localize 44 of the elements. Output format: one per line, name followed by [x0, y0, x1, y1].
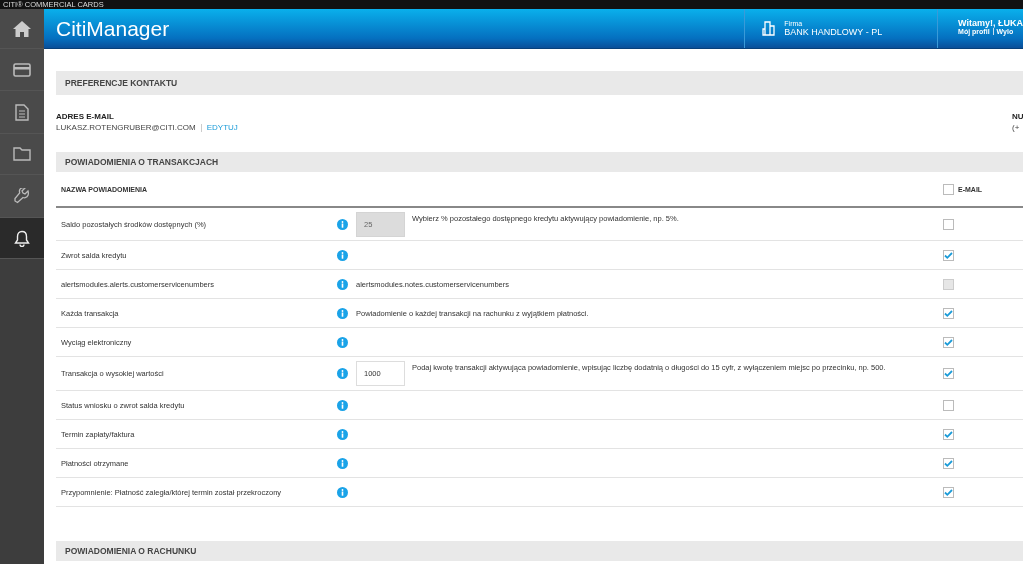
document-icon[interactable] [15, 103, 29, 121]
nav-item[interactable] [0, 134, 44, 175]
checkbox[interactable] [943, 486, 954, 498]
info-icon[interactable] [337, 399, 348, 411]
section-heading: POWIADOMIENIA O RACHUNKU [56, 541, 1023, 561]
checkbox[interactable] [943, 428, 954, 440]
info-icon[interactable] [337, 307, 348, 319]
section-heading: PREFERENCJE KONTAKTU [56, 71, 1023, 95]
welcome-text: Witamy!, ŁUKA [958, 18, 1023, 28]
info-icon[interactable] [337, 457, 348, 469]
checkbox[interactable] [943, 183, 954, 195]
nav-item[interactable] [0, 175, 44, 218]
company-name: BANK HANDLOWY - PL [784, 27, 883, 37]
info-icon[interactable] [337, 486, 348, 498]
card-icon[interactable] [13, 62, 31, 77]
nav-item[interactable] [0, 9, 44, 49]
checkbox[interactable] [943, 249, 954, 261]
edit-link[interactable]: EDYTUJ [206, 123, 238, 132]
checkbox[interactable] [943, 307, 954, 319]
bell-icon[interactable] [14, 229, 30, 247]
building-icon [762, 21, 777, 36]
section-heading: POWIADOMIENIA O TRANSAKCJACH [56, 152, 1023, 172]
info-icon[interactable] [337, 336, 348, 348]
checkbox[interactable] [943, 457, 954, 469]
email-label: ADRES E-MAIL [56, 112, 115, 121]
checkbox[interactable] [943, 368, 954, 379]
folder-icon[interactable] [13, 147, 31, 161]
phone-number: (+ [1012, 123, 1021, 132]
info-icon[interactable] [337, 278, 348, 290]
info-icon[interactable] [337, 368, 348, 379]
nav-item[interactable] [0, 91, 44, 134]
home-icon[interactable] [13, 20, 31, 37]
nav-item[interactable] [0, 49, 44, 91]
wrench-icon[interactable] [14, 188, 30, 204]
checkbox[interactable] [943, 336, 954, 348]
nav-item[interactable] [0, 218, 44, 259]
app-title: CitiManager [56, 16, 170, 41]
phone-label: NU [1012, 112, 1023, 121]
checkbox[interactable] [943, 399, 954, 411]
info-icon[interactable] [337, 428, 348, 440]
email-address: LUKASZ.ROTENGRUBER@CITI.COM [56, 123, 196, 132]
info-icon[interactable] [337, 249, 348, 261]
info-icon[interactable] [337, 218, 348, 230]
checkbox[interactable] [943, 218, 954, 230]
